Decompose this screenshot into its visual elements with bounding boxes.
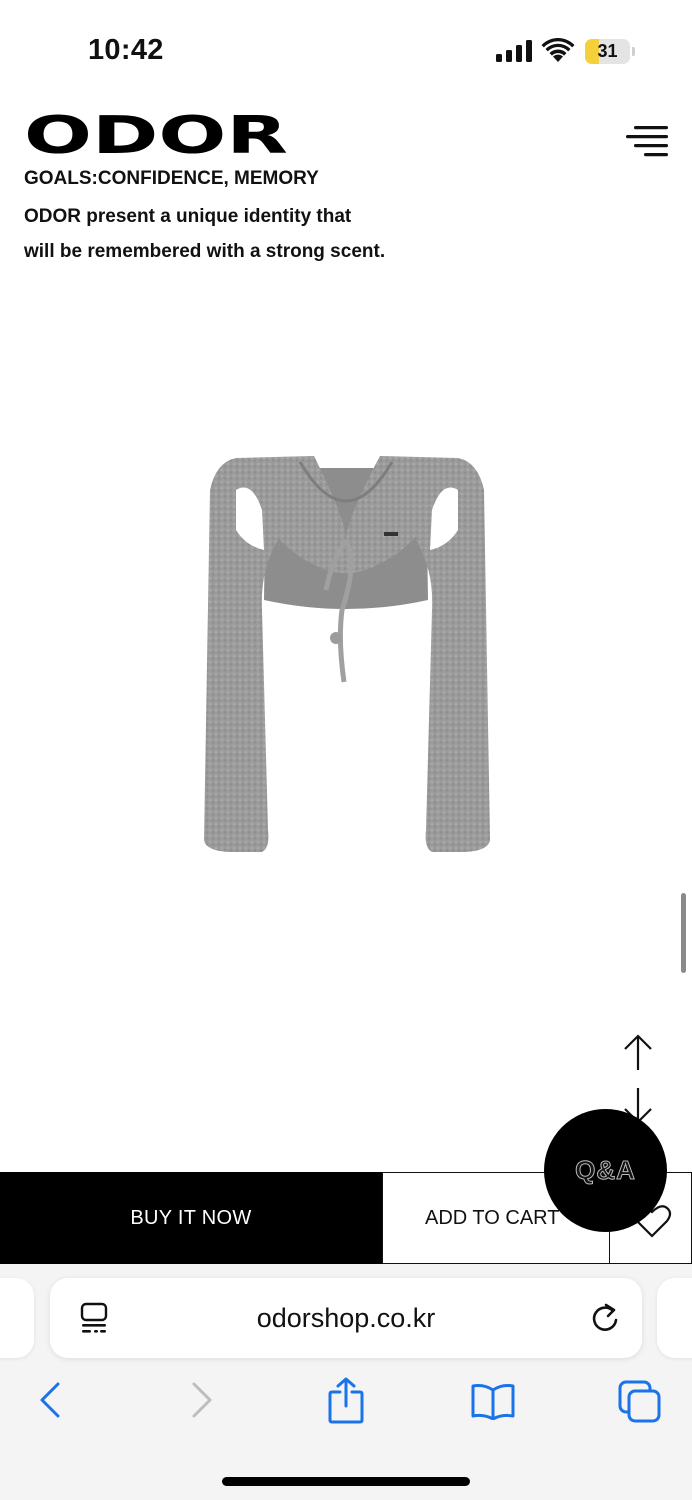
- forward-icon[interactable]: [186, 1380, 216, 1420]
- hamburger-menu-icon[interactable]: [626, 124, 668, 158]
- brand-logo[interactable]: ODOR: [24, 108, 290, 158]
- buy-now-button[interactable]: BUY IT NOW: [0, 1172, 382, 1264]
- battery-cap: [632, 47, 635, 56]
- brand-description: ODOR present a unique identity that will…: [24, 199, 464, 269]
- qa-button[interactable]: Q&A: [544, 1109, 667, 1232]
- scroll-indicator[interactable]: [681, 893, 686, 973]
- home-indicator: [222, 1477, 470, 1486]
- status-time: 10:42: [88, 34, 164, 66]
- next-tab-pill[interactable]: [657, 1278, 692, 1358]
- previous-tab-pill[interactable]: [0, 1278, 34, 1358]
- description-line-2: will be remembered with a strong scent.: [24, 241, 386, 262]
- qa-label: Q&A: [575, 1155, 636, 1186]
- signal-icon: [496, 40, 532, 62]
- reload-icon[interactable]: [590, 1302, 620, 1334]
- battery-icon: 31: [585, 39, 635, 64]
- status-bar: 10:42 31: [0, 0, 692, 100]
- brand-logo-text: ODOR: [24, 108, 288, 158]
- bookmarks-icon[interactable]: [470, 1382, 516, 1420]
- tagline: GOALS:CONFIDENCE, MEMORY: [24, 168, 319, 189]
- back-icon[interactable]: [36, 1380, 66, 1420]
- share-icon[interactable]: [326, 1376, 366, 1424]
- arrow-up-icon[interactable]: [622, 1032, 654, 1072]
- wifi-icon: [541, 38, 575, 62]
- tabs-icon[interactable]: [618, 1380, 662, 1424]
- battery-body: 31: [585, 39, 630, 64]
- address-bar[interactable]: odorshop.co.kr: [50, 1278, 642, 1358]
- cropped-cardigan-image[interactable]: [196, 450, 496, 860]
- description-line-1: ODOR present a unique identity that: [24, 206, 352, 227]
- page: 10:42 31 ODOR GOALS:CONFIDENCE, MEMORY O…: [0, 0, 692, 1500]
- url-text: odorshop.co.kr: [256, 1303, 436, 1333]
- battery-level: 31: [597, 41, 618, 61]
